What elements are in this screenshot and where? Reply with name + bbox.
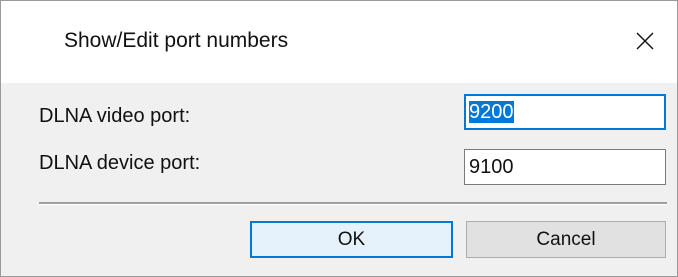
cancel-button[interactable]: Cancel: [466, 221, 666, 258]
port-numbers-dialog: Show/Edit port numbers DLNA video port: …: [0, 0, 678, 277]
ok-button[interactable]: OK: [250, 221, 453, 258]
close-icon: [636, 32, 654, 50]
device-port-label: DLNA device port:: [39, 152, 201, 174]
video-port-label: DLNA video port:: [39, 105, 191, 127]
video-port-input[interactable]: 9200: [464, 94, 666, 130]
separator: [39, 202, 667, 205]
dialog-titlebar: Show/Edit port numbers: [1, 1, 677, 83]
device-port-input[interactable]: 9100: [464, 149, 666, 185]
dialog-title: Show/Edit port numbers: [64, 29, 289, 52]
device-port-value: 9100: [469, 156, 514, 178]
dialog-content: DLNA video port: 9200 DLNA device port: …: [1, 83, 677, 276]
video-port-value: 9200: [469, 101, 514, 123]
close-button[interactable]: [613, 19, 677, 63]
